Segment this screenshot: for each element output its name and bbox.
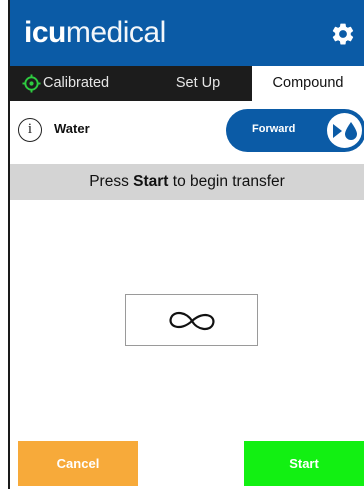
prompt-start-word: Start xyxy=(133,173,169,190)
fluid-name: Water xyxy=(54,121,90,136)
tab-compound[interactable]: Compound xyxy=(252,66,364,101)
cancel-button[interactable]: Cancel xyxy=(18,441,138,486)
tab-bar: Calibrated Set Up Compound xyxy=(10,66,364,101)
start-button[interactable]: Start xyxy=(244,441,364,486)
prompt-suffix: to begin transfer xyxy=(168,173,285,190)
gear-icon[interactable] xyxy=(330,21,356,47)
status-prompt: Press Start to begin transfer xyxy=(10,164,364,200)
prompt-prefix: Press xyxy=(89,173,134,190)
fluid-row: i Water Forward xyxy=(10,101,364,159)
left-border xyxy=(8,0,10,489)
tab-calibrated-label: Calibrated xyxy=(43,75,110,91)
direction-label: Forward xyxy=(252,123,296,135)
app-header: icumedical xyxy=(10,0,364,66)
brand-logo: icumedical xyxy=(24,16,166,49)
tab-setup[interactable]: Set Up xyxy=(158,66,238,101)
volume-display[interactable] xyxy=(125,294,258,346)
direction-knob[interactable] xyxy=(327,113,362,148)
target-icon xyxy=(22,74,41,93)
app-screen: icumedical Calibrated Set Up Compound i … xyxy=(0,0,364,489)
drop-flow-icon xyxy=(333,122,357,140)
infinity-icon xyxy=(169,311,215,331)
info-icon[interactable]: i xyxy=(18,118,42,142)
direction-toggle[interactable]: Forward xyxy=(226,109,364,152)
tab-calibrated[interactable]: Calibrated xyxy=(16,66,109,101)
